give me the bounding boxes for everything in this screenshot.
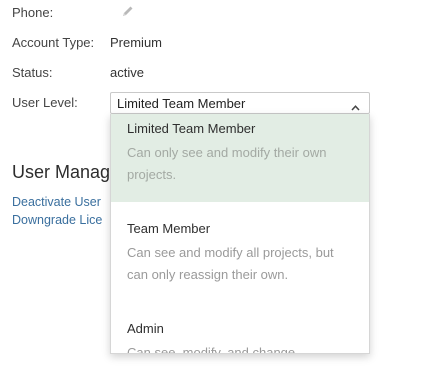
account-type-label: Account Type: <box>12 35 95 50</box>
phone-label: Phone: <box>12 5 54 20</box>
option-title: Limited Team Member <box>127 121 256 136</box>
option-title: Admin <box>127 321 164 336</box>
user-level-select[interactable]: Limited Team Member <box>110 92 370 114</box>
downgrade-license-link[interactable]: Downgrade Lice <box>12 213 102 227</box>
status-label: Status: <box>12 65 53 80</box>
option-description: Can see and modify all projects, but can… <box>127 245 334 282</box>
option-admin[interactable]: Admin Can see, modify, and change <box>111 314 369 354</box>
option-team-member[interactable]: Team Member Can see and modify all proje… <box>111 214 369 302</box>
deactivate-user-link[interactable]: Deactivate User <box>12 195 101 209</box>
option-title: Team Member <box>127 221 211 236</box>
pencil-icon[interactable] <box>121 4 135 18</box>
option-description: Can see, modify, and change <box>127 345 296 354</box>
user-level-label: User Level: <box>12 95 78 110</box>
chevron-up-icon <box>351 99 360 111</box>
user-details-panel: Phone: Account Type: Premium Status: act… <box>0 0 430 367</box>
user-level-selected-value: Limited Team Member <box>117 96 246 111</box>
account-type-value: Premium <box>110 35 163 50</box>
user-level-dropdown: Limited Team Member Can only see and mod… <box>110 114 370 354</box>
user-management-title: User Manag <box>12 162 111 182</box>
status-value: active <box>110 65 144 80</box>
option-limited-team-member[interactable]: Limited Team Member Can only see and mod… <box>111 114 369 202</box>
option-description: Can only see and modify their own projec… <box>127 145 327 182</box>
